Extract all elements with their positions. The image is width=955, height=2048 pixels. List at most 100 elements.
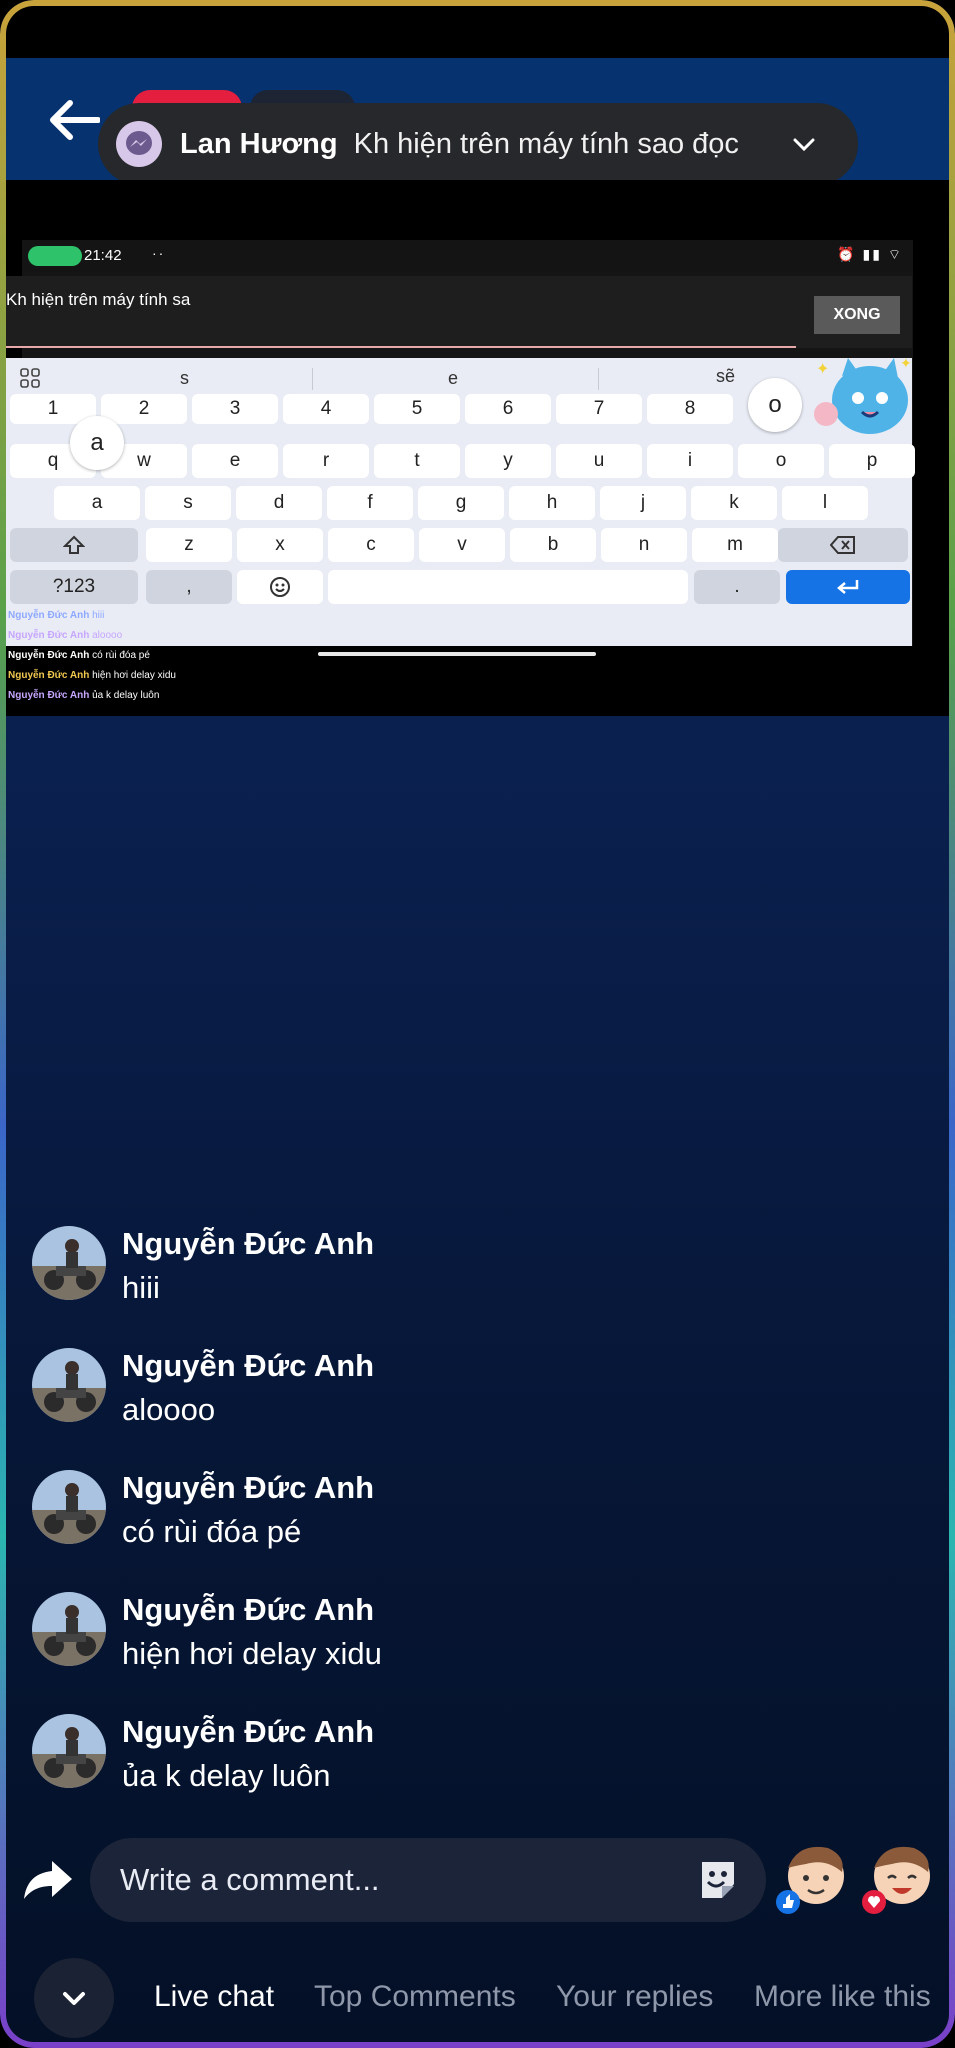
space-key <box>328 570 688 604</box>
avatar-like-icon <box>776 1846 844 1914</box>
video-home-bar <box>318 652 596 656</box>
comment-author[interactable]: Nguyễn Đức Anh <box>122 1714 374 1750</box>
key-letter: v <box>419 528 505 562</box>
suggestion-2: e <box>448 368 459 388</box>
message-notification[interactable]: Lan Hương Kh hiện trên máy tính sao đọc <box>98 103 858 185</box>
share-icon[interactable] <box>22 1855 74 1903</box>
key-letter: r <box>283 444 369 478</box>
key-letter: t <box>374 444 460 478</box>
suggestion-1: s <box>180 368 189 388</box>
comment-text: aloooo <box>122 1392 216 1427</box>
video-input-text: Kh hiện trên máy tính sa <box>6 290 191 309</box>
notification-sender: Lan Hương <box>180 127 338 160</box>
key-letter: e <box>192 444 278 478</box>
video-input-row: Kh hiện trên máy tính sa <box>6 276 912 348</box>
video-status-bar: 21:42 ·· ⏰ ▮▮ ⌔ <box>22 240 913 272</box>
comment-input[interactable]: Write a comment... <box>90 1838 766 1922</box>
key-letter: m <box>692 528 778 562</box>
key-letter: l <box>782 486 868 520</box>
key-letter: d <box>236 486 322 520</box>
comment-row[interactable]: Nguyễn Đức Anh ủa k delay luôn <box>32 1714 912 1806</box>
key-letter: o <box>738 444 824 478</box>
key-number: 2 <box>101 394 187 424</box>
comment-author[interactable]: Nguyễn Đức Anh <box>122 1226 374 1262</box>
tab-top-comments[interactable]: Top Comments <box>314 1980 516 2014</box>
suggestion-3: sẽ <box>716 366 736 386</box>
shift-key-icon <box>10 528 138 562</box>
key-letter: b <box>510 528 596 562</box>
avatar-love-icon <box>862 1846 930 1914</box>
key-letter: z <box>146 528 232 562</box>
key-letter: s <box>145 486 231 520</box>
emoji-key-icon <box>237 570 323 604</box>
svg-text:✦: ✦ <box>900 355 912 371</box>
comment-author[interactable]: Nguyễn Đức Anh <box>122 1348 374 1384</box>
mini-comment: Nguyễn Đức Anh ủa k delay luôn <box>8 690 160 701</box>
avatar[interactable] <box>32 1470 106 1544</box>
comment-row[interactable]: Nguyễn Đức Anh có rùi đóa pé <box>32 1470 912 1562</box>
mini-comment: Nguyễn Đức Anh hiii <box>8 610 105 621</box>
messenger-icon <box>116 121 162 167</box>
tab-more-like-this[interactable]: More like this <box>754 1980 931 2014</box>
video-status-dots: ·· <box>152 245 166 261</box>
key-number: 7 <box>556 394 642 424</box>
key-letter: p <box>829 444 915 478</box>
comment-text: hiii <box>122 1270 160 1305</box>
period-key: . <box>694 570 780 604</box>
avatar[interactable] <box>32 1226 106 1300</box>
key-number: 4 <box>283 394 369 424</box>
sticker-icon[interactable] <box>694 1856 742 1904</box>
comment-author[interactable]: Nguyễn Đức Anh <box>122 1470 374 1506</box>
key-letter: h <box>509 486 595 520</box>
key-number: 3 <box>192 394 278 424</box>
comment-text: có rùi đóa pé <box>122 1514 302 1549</box>
mini-comment: Nguyễn Đức Anh hiện hơi delay xidu <box>8 670 176 681</box>
key-popup-o: o <box>748 378 802 432</box>
love-avatar-reaction[interactable] <box>862 1838 936 1918</box>
chevron-down-icon <box>63 1992 85 2005</box>
key-letter: c <box>328 528 414 562</box>
comment-row[interactable]: Nguyễn Đức Anh hiii <box>32 1226 912 1318</box>
chevron-down-icon[interactable] <box>790 130 818 158</box>
key-letter: u <box>556 444 642 478</box>
avatar[interactable] <box>32 1348 106 1422</box>
tab-live-chat[interactable]: Live chat <box>154 1980 274 2014</box>
avatar[interactable] <box>32 1592 106 1666</box>
key-letter: k <box>691 486 777 520</box>
comment-text: hiện hơi delay xidu <box>122 1636 382 1671</box>
comment-row[interactable]: Nguyễn Đức Anh hiện hơi delay xidu <box>32 1592 912 1684</box>
collapse-button[interactable] <box>34 1958 114 2038</box>
mini-comment: Nguyễn Đức Anh aloooo <box>8 630 123 641</box>
video-mini-comments: Nguyễn Đức Anh hiii Nguyễn Đức Anh alooo… <box>8 606 408 706</box>
key-number: 5 <box>374 394 460 424</box>
key-number: 6 <box>465 394 551 424</box>
svg-text:✦: ✦ <box>816 361 829 378</box>
key-letter: a <box>54 486 140 520</box>
app-frame: Lan Hương Kh hiện trên máy tính sao đọc … <box>0 0 955 2048</box>
key-letter: x <box>237 528 323 562</box>
enter-key-icon <box>786 570 910 604</box>
key-letter: j <box>600 486 686 520</box>
symbols-key: ?123 <box>10 570 138 604</box>
comment-author[interactable]: Nguyễn Đức Anh <box>122 1592 374 1628</box>
system-icons: ⏰ ▮▮ ⌔ <box>837 246 903 262</box>
done-button: XONG <box>814 296 900 334</box>
tab-your-replies[interactable]: Your replies <box>556 1980 713 2014</box>
comment-tabs: Live chat Top Comments Your replies More… <box>6 1954 949 2042</box>
avatar[interactable] <box>32 1714 106 1788</box>
like-avatar-reaction[interactable] <box>776 1838 850 1918</box>
backspace-key-icon <box>778 528 908 562</box>
key-letter: n <box>601 528 687 562</box>
status-area <box>6 6 949 58</box>
key-letter: g <box>418 486 504 520</box>
comment-row[interactable]: Nguyễn Đức Anh aloooo <box>32 1348 912 1440</box>
back-arrow-icon[interactable] <box>48 98 100 142</box>
cat-sticker-icon: ✦ ✦ <box>814 355 912 434</box>
input-underline <box>6 346 796 348</box>
key-popup-a: a <box>70 416 124 470</box>
key-letter: i <box>647 444 733 478</box>
record-icon <box>28 246 82 266</box>
notification-message: Kh hiện trên máy tính sao đọc <box>353 127 739 160</box>
video-keyboard: s e sẽ 12345678qwertyuiopasdfghjklzxcvbn… <box>6 358 915 646</box>
key-letter: f <box>327 486 413 520</box>
